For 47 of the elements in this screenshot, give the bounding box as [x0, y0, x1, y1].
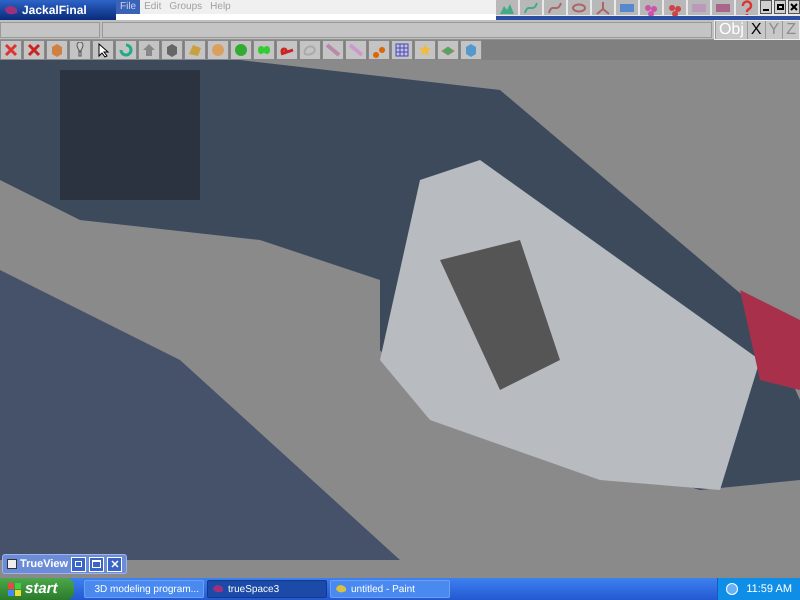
close-icon [790, 3, 798, 11]
curve-icon [547, 0, 563, 16]
cube-icon [49, 42, 65, 58]
app-logo-icon [4, 4, 18, 16]
pencil-icon [325, 42, 341, 58]
clock: 11:59 AM [746, 582, 792, 597]
collapse-icon [7, 559, 17, 569]
axis-toggle[interactable]: Y [764, 20, 782, 38]
restore-button[interactable] [774, 0, 786, 14]
cross-icon [26, 42, 42, 58]
window-title-text: JackalFinal [22, 2, 87, 19]
sun-icon [417, 42, 433, 58]
axis-toggle[interactable]: X [746, 20, 765, 38]
pencil-icon [348, 42, 364, 58]
grid-icon [394, 42, 410, 58]
close-button[interactable] [788, 0, 800, 14]
cube-icon [164, 42, 180, 58]
toolbar-button[interactable] [92, 40, 114, 60]
maximize-icon [92, 560, 102, 568]
axes-icon [595, 0, 611, 16]
windows-logo-icon [8, 582, 21, 596]
restore-icon [776, 4, 784, 10]
rotate-icon [118, 42, 134, 58]
axis-toggle[interactable]: Z [782, 20, 799, 38]
taskbar-item[interactable]: 3D modeling program... [84, 580, 204, 598]
restore-icon [75, 561, 82, 567]
expand-tray-icon [726, 583, 738, 595]
cube-icon [463, 42, 479, 58]
close-icon [110, 560, 119, 568]
menu-item[interactable]: Help [206, 0, 235, 14]
cross-icon [3, 42, 19, 58]
minimize-icon [763, 9, 769, 11]
maximize-button[interactable] [89, 556, 104, 572]
sphere-icon [233, 42, 249, 58]
help-icon [739, 0, 755, 16]
house-icon [141, 42, 157, 58]
shape-icon [187, 42, 203, 58]
taskbar-item[interactable]: untitled - Paint [330, 580, 450, 598]
sphere-icon [210, 42, 226, 58]
menu-item[interactable]: Groups [165, 0, 206, 14]
minimize-button[interactable] [760, 0, 772, 14]
menu-item[interactable]: File [116, 0, 140, 14]
start-button[interactable]: start [0, 578, 74, 600]
menu-item[interactable]: Edit [140, 0, 166, 14]
panel-title: TrueView [20, 556, 68, 572]
taskbar-item[interactable]: trueSpace3 [207, 580, 327, 598]
curve-icon [523, 0, 539, 16]
